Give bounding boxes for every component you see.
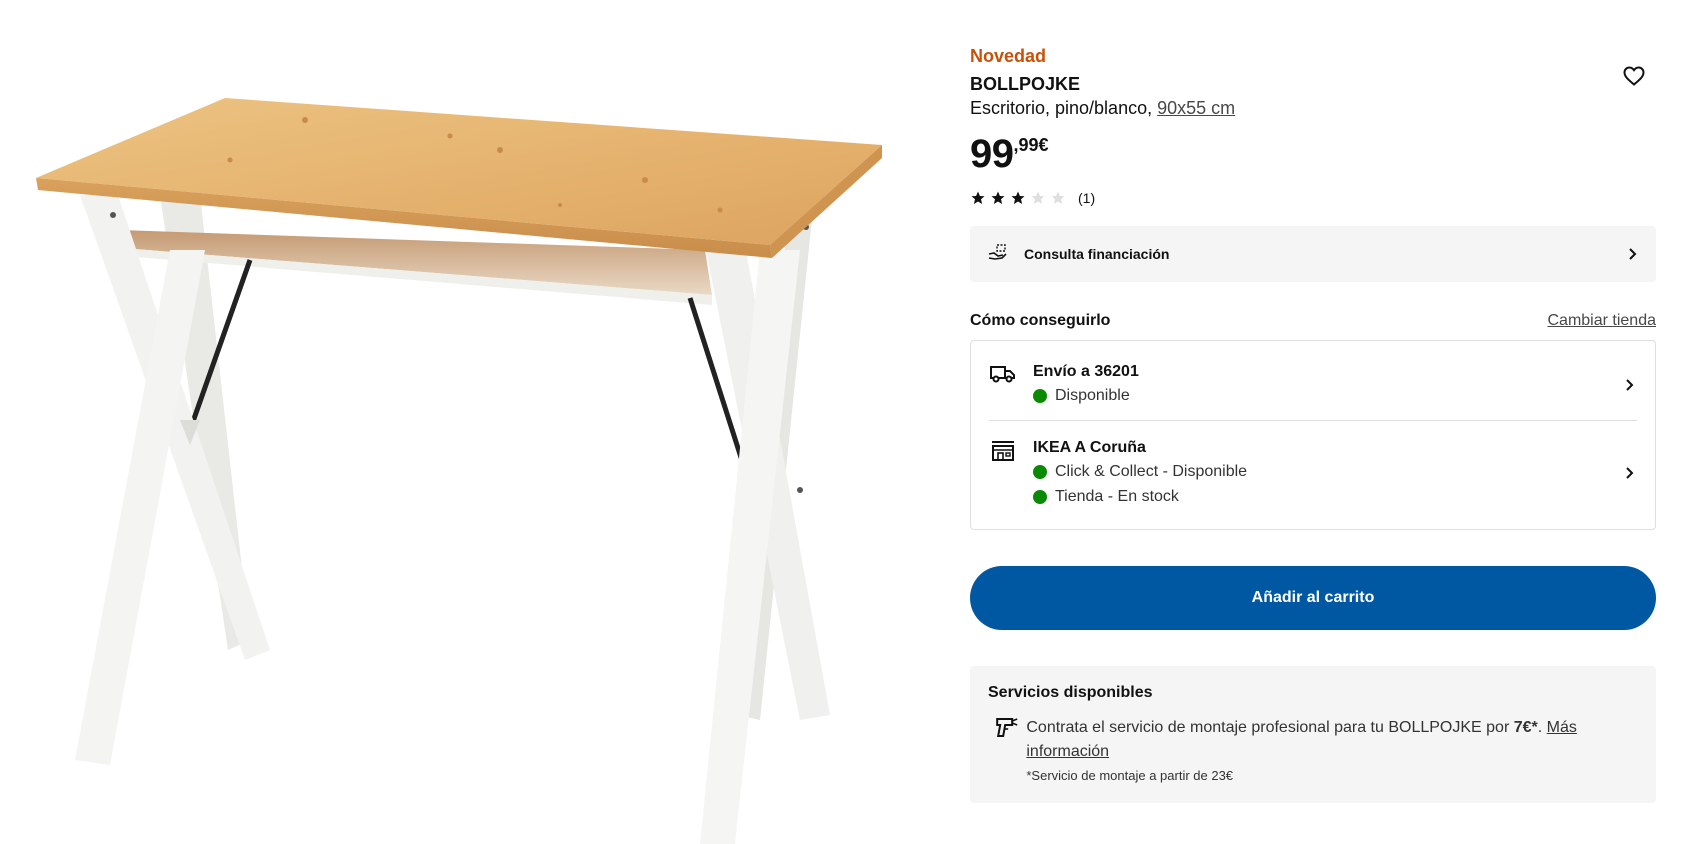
favourite-button[interactable] <box>1612 54 1656 98</box>
assembly-drill-icon <box>996 718 1018 737</box>
available-dot <box>1033 489 1047 504</box>
delivery-title: Envío a 36201 <box>1033 363 1139 380</box>
new-badge: Novedad <box>970 46 1047 66</box>
size-link[interactable]: 90x55 cm <box>1157 98 1235 118</box>
assembly-text-separator: . <box>1537 719 1547 736</box>
click-collect-status: Click & Collect - Disponible <box>1033 459 1621 484</box>
chevron-right-icon <box>1626 378 1634 391</box>
chevron-right-icon <box>1626 467 1634 479</box>
assembly-text: Contrata el servicio de montaje profesio… <box>1026 716 1638 764</box>
store-details: IKEA A Coruña Click & Collect - Disponib… <box>1033 437 1621 509</box>
add-to-cart-button[interactable]: Añadir al carrito <box>970 566 1656 630</box>
assembly-note: *Servicio de montaje a partir de 23€ <box>1026 768 1234 783</box>
product-price: 99 ,99€ <box>970 132 1656 176</box>
price-decimal: ,99€ <box>1013 135 1049 155</box>
assembly-service: Contrata el servicio de montaje profesio… <box>988 716 1638 783</box>
finance-label: Consulta financiación <box>1024 246 1170 262</box>
store-icon <box>992 441 1014 461</box>
store-title: IKEA A Coruña <box>1033 439 1146 456</box>
desk-illustration <box>36 98 882 844</box>
how-to-get-header: Cómo conseguirlo Cambiar tienda <box>970 312 1656 330</box>
in-store-status: Tienda - En stock <box>1033 484 1621 509</box>
delivery-option[interactable]: Envío a 36201 Disponible <box>989 341 1637 421</box>
heart-icon <box>1623 66 1645 86</box>
assembly-price: 7€* <box>1513 719 1538 736</box>
rating-count: (1) <box>1078 190 1096 206</box>
available-dot <box>1033 464 1047 479</box>
product-page: Novedad BOLLPOJKE Escritorio, pino/blanc… <box>0 0 1699 844</box>
product-description: Escritorio, pino/blanco, 90x55 cm <box>970 96 1656 120</box>
chevron-right-icon <box>1629 248 1637 260</box>
in-store-status-text: Tienda - En stock <box>1055 488 1179 505</box>
delivery-details: Envío a 36201 Disponible <box>1033 361 1621 408</box>
star-empty-icon <box>1031 191 1045 204</box>
available-dot <box>1033 388 1047 403</box>
click-collect-status-text: Click & Collect - Disponible <box>1055 463 1248 480</box>
finance-button[interactable]: Consulta financiación <box>970 226 1656 282</box>
price-integer: 99 <box>970 132 1014 176</box>
product-image[interactable] <box>0 0 900 844</box>
product-type-text: Escritorio, pino/blanco, <box>970 98 1153 118</box>
availability-box: Envío a 36201 Disponible IKEA A Coruña C… <box>970 340 1656 530</box>
star-filled-icon <box>971 191 985 204</box>
star-empty-icon <box>1051 191 1065 204</box>
star-filled-icon <box>1011 191 1025 204</box>
truck-icon <box>990 366 1015 383</box>
assembly-text-block: Contrata el servicio de montaje profesio… <box>1026 716 1638 783</box>
product-info-panel: Novedad BOLLPOJKE Escritorio, pino/blanc… <box>970 44 1656 803</box>
services-box: Servicios disponibles Contrata el servic… <box>970 666 1656 803</box>
services-title: Servicios disponibles <box>988 684 1153 701</box>
assembly-text-main: Contrata el servicio de montaje profesio… <box>1026 719 1514 736</box>
change-store-link[interactable]: Cambiar tienda <box>1548 312 1657 330</box>
delivery-status: Disponible <box>1033 383 1621 408</box>
rating[interactable]: (1) <box>970 190 1656 206</box>
payment-hand-icon <box>988 244 1007 260</box>
delivery-status-text: Disponible <box>1055 387 1130 404</box>
how-to-get-title: Cómo conseguirlo <box>970 312 1111 329</box>
star-filled-icon <box>991 191 1005 204</box>
store-option[interactable]: IKEA A Coruña Click & Collect - Disponib… <box>989 421 1637 529</box>
product-name: BOLLPOJKE <box>970 74 1081 94</box>
